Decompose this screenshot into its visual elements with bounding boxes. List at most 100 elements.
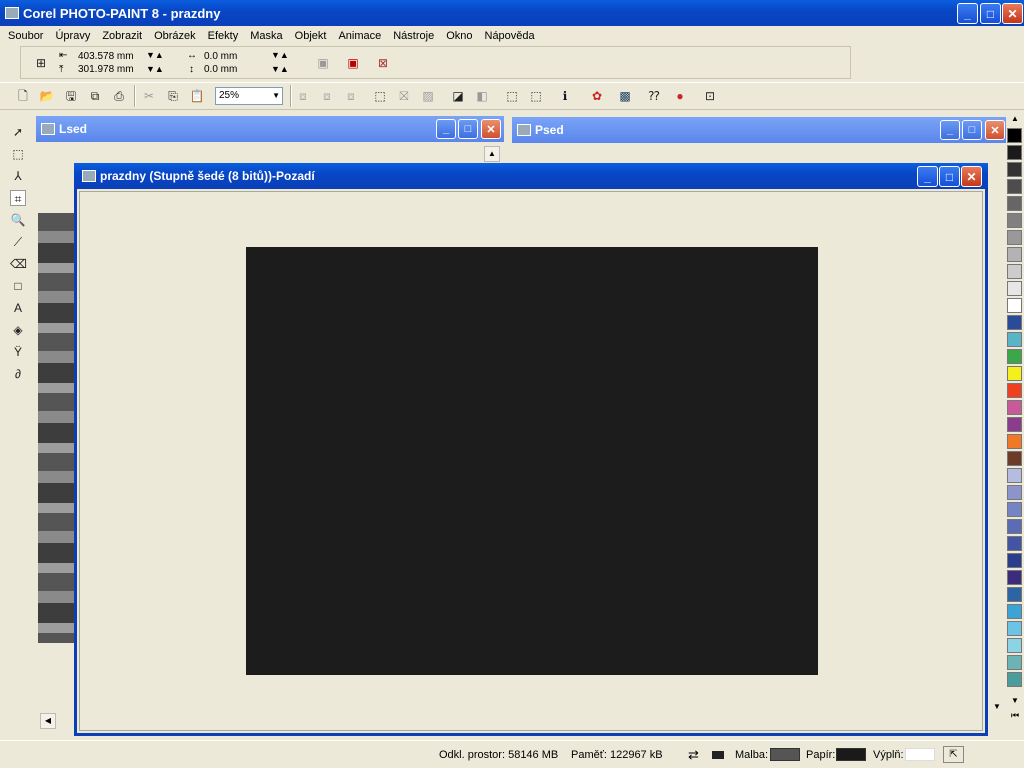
image-canvas[interactable] xyxy=(246,247,818,675)
palette-swatch[interactable] xyxy=(1007,145,1022,160)
minimize-button[interactable]: _ xyxy=(917,166,938,187)
new-icon[interactable]: 🗋 xyxy=(15,88,31,104)
apple-icon[interactable]: ● xyxy=(672,88,688,104)
zoom-tool-icon[interactable]: 🔍 xyxy=(10,212,26,228)
lasso-tool-icon[interactable]: ⅄ xyxy=(10,168,26,184)
crop-mask-icon[interactable]: ▣ xyxy=(345,55,361,71)
palette-scroll-up[interactable]: ▲ xyxy=(1008,112,1022,126)
palette-scroll-end[interactable]: ⏮ xyxy=(1008,708,1022,722)
paint-swatch[interactable] xyxy=(770,748,800,761)
object-ungroup-icon[interactable]: ⧈ xyxy=(343,88,359,104)
palette-swatch[interactable] xyxy=(1007,502,1022,517)
palette-swatch[interactable] xyxy=(1007,281,1022,296)
maximize-button[interactable]: □ xyxy=(939,166,960,187)
crop-border-icon[interactable]: ⊠ xyxy=(375,55,391,71)
mask-invert-icon[interactable]: ⛝ xyxy=(396,88,412,104)
palette-swatch[interactable] xyxy=(1007,587,1022,602)
palette-swatch[interactable] xyxy=(1007,196,1022,211)
palette-swatch[interactable] xyxy=(1007,298,1022,313)
minimize-button[interactable]: _ xyxy=(940,120,960,140)
copy-icon[interactable]: ⎘ xyxy=(165,88,181,104)
palette-swatch[interactable] xyxy=(1007,570,1022,585)
pick-tool-icon[interactable]: ➚ xyxy=(10,124,26,140)
maximize-button[interactable]: □ xyxy=(980,3,1001,24)
crop-apply-icon[interactable]: ▣ xyxy=(315,55,331,71)
width-field[interactable]: 403.578 mm xyxy=(78,51,134,62)
rectangle-tool-icon[interactable]: □ xyxy=(10,278,26,294)
palette-swatch[interactable] xyxy=(1007,264,1022,279)
menu-animace[interactable]: Animace xyxy=(332,30,387,42)
palette-swatch[interactable] xyxy=(1007,332,1022,347)
palette-swatch[interactable] xyxy=(1007,536,1022,551)
minimize-button[interactable]: _ xyxy=(436,119,456,139)
print-icon[interactable]: ⎙ xyxy=(111,88,127,104)
palette-swatch[interactable] xyxy=(1007,621,1022,636)
palette-swatch[interactable] xyxy=(1007,230,1022,245)
paste-icon[interactable]: 📋 xyxy=(189,88,205,104)
palette-swatch[interactable] xyxy=(1007,213,1022,228)
help-pointer-icon[interactable]: ⁇ xyxy=(646,88,662,104)
y-offset-field[interactable]: 0.0 mm xyxy=(204,64,237,75)
menu-nastroje[interactable]: Nástroje xyxy=(387,30,440,42)
maximize-button[interactable]: □ xyxy=(962,120,982,140)
doc-window-psed[interactable]: Psed _ □ ✕ xyxy=(512,117,1006,167)
palette-swatch[interactable] xyxy=(1007,451,1022,466)
doc-titlebar-main[interactable]: prazdny (Stupně šedé (8 bitů))-Pozadí xyxy=(74,163,988,189)
maximize-button[interactable]: □ xyxy=(458,119,478,139)
palette-swatch[interactable] xyxy=(1007,383,1022,398)
eraser-tool-icon[interactable]: ⌫ xyxy=(10,256,27,272)
y-offset-spinner[interactable]: ▼▲ xyxy=(271,64,289,74)
doc-window-main[interactable]: prazdny (Stupně šedé (8 bitů))-Pozadí _ … xyxy=(74,163,988,736)
fullscreen-icon[interactable]: ⊡ xyxy=(702,88,718,104)
palette-swatch[interactable] xyxy=(1007,604,1022,619)
minimize-button[interactable]: _ xyxy=(957,3,978,24)
close-button[interactable]: ✕ xyxy=(961,166,982,187)
mask-overlay-icon[interactable]: ◧ xyxy=(474,88,490,104)
close-button[interactable]: ✕ xyxy=(1002,3,1023,24)
close-button[interactable]: ✕ xyxy=(481,119,501,139)
height-field[interactable]: 301.978 mm xyxy=(78,64,134,75)
height-spinner[interactable]: ▼▲ xyxy=(146,64,164,74)
info-icon[interactable]: ℹ xyxy=(557,88,573,104)
palette-swatch[interactable] xyxy=(1007,638,1022,653)
object-marquee-icon[interactable]: ⬚ xyxy=(528,88,544,104)
pointer-mode-icon[interactable]: ⇱ xyxy=(943,746,964,763)
color-palette[interactable] xyxy=(1007,128,1023,693)
brush-tool-icon[interactable]: Ÿ xyxy=(10,344,26,360)
copy-file-icon[interactable]: ⧉ xyxy=(87,88,103,104)
palette-swatch[interactable] xyxy=(1007,400,1022,415)
object-group-icon[interactable]: ⧈ xyxy=(319,88,335,104)
mask-remove-icon[interactable]: ▨ xyxy=(420,88,436,104)
palette-swatch[interactable] xyxy=(1007,179,1022,194)
chevron-down-icon[interactable]: ▼ xyxy=(272,88,280,103)
paper-swatch[interactable] xyxy=(836,748,866,761)
color-mask-icon[interactable]: ▩ xyxy=(617,88,633,104)
palette-swatch[interactable] xyxy=(1007,162,1022,177)
scroll-down-button[interactable]: ▼ xyxy=(990,700,1004,714)
cut-icon[interactable]: ✂ xyxy=(141,88,157,104)
open-icon[interactable]: 📂 xyxy=(39,88,55,104)
x-offset-spinner[interactable]: ▼▲ xyxy=(271,50,289,60)
eyedropper-tool-icon[interactable]: ⟋ xyxy=(10,234,26,250)
palette-swatch[interactable] xyxy=(1007,128,1022,143)
effects-icon[interactable]: ✿ xyxy=(589,88,605,104)
menu-soubor[interactable]: Soubor xyxy=(2,30,49,42)
crop-size-icon[interactable]: ⊞ xyxy=(33,55,49,71)
palette-swatch[interactable] xyxy=(1007,434,1022,449)
fill-swatch[interactable] xyxy=(905,748,935,761)
paint-swap-icon[interactable]: ⇄ xyxy=(688,747,699,763)
palette-swatch[interactable] xyxy=(1007,553,1022,568)
rect-mask-tool-icon[interactable]: ⬚ xyxy=(10,146,26,162)
menu-maska[interactable]: Maska xyxy=(244,30,288,42)
effect-tool-icon[interactable]: ∂ xyxy=(10,366,26,382)
palette-swatch[interactable] xyxy=(1007,366,1022,381)
close-button[interactable]: ✕ xyxy=(985,120,1005,140)
crop-tool-icon[interactable]: ⌗ xyxy=(10,190,26,206)
menu-upravy[interactable]: Úpravy xyxy=(49,30,96,42)
menu-obrazek[interactable]: Obrázek xyxy=(148,30,202,42)
palette-swatch[interactable] xyxy=(1007,519,1022,534)
x-offset-field[interactable]: 0.0 mm xyxy=(204,51,237,62)
palette-swatch[interactable] xyxy=(1007,417,1022,432)
width-spinner[interactable]: ▼▲ xyxy=(146,50,164,60)
menu-okno[interactable]: Okno xyxy=(440,30,478,42)
